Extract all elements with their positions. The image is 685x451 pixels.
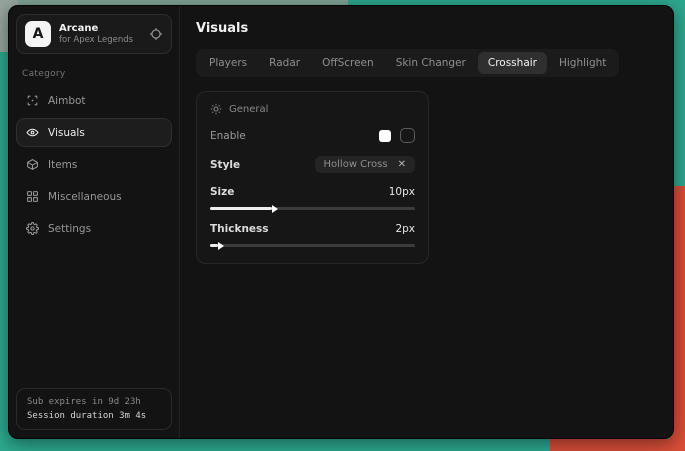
enable-checkbox[interactable]: [400, 128, 415, 143]
sidebar-item-label: Miscellaneous: [48, 191, 122, 203]
general-card-title: General: [229, 104, 268, 115]
app-name: Arcane: [59, 23, 133, 34]
general-card: General Enable Style Hollow Cross ✕: [196, 91, 429, 264]
size-value: 10px: [389, 186, 415, 198]
style-dropdown-value: Hollow Cross: [324, 159, 388, 170]
sidebar-item-aimbot[interactable]: Aimbot: [16, 86, 172, 115]
tab-offscreen[interactable]: OffScreen: [312, 52, 384, 74]
color-swatch[interactable]: [379, 130, 391, 142]
sidebar-item-label: Aimbot: [48, 95, 86, 107]
scan-icon: [26, 94, 39, 107]
app-logo: A: [25, 21, 51, 47]
subscription-info-card: Sub expires in 9d 23h Session duration 3…: [16, 388, 172, 430]
general-card-header: General: [210, 103, 415, 115]
session-duration-text: Session duration 3m 4s: [27, 411, 161, 421]
sun-icon: [210, 103, 222, 115]
enable-row: Enable: [210, 128, 415, 143]
size-label: Size: [210, 186, 234, 198]
thickness-row: Thickness 2px: [210, 223, 415, 235]
gear-icon: [26, 222, 39, 235]
thickness-slider[interactable]: [210, 244, 415, 247]
size-row: Size 10px: [210, 186, 415, 198]
category-label: Category: [22, 69, 166, 79]
sidebar-item-label: Items: [48, 159, 77, 171]
tab-highlight[interactable]: Highlight: [549, 52, 616, 74]
enable-controls: [379, 128, 415, 143]
tab-players[interactable]: Players: [199, 52, 257, 74]
clear-icon[interactable]: ✕: [398, 159, 406, 170]
sub-expires-text: Sub expires in 9d 23h: [27, 397, 161, 407]
background-red-bottom-strip: [550, 439, 685, 451]
sidebar-item-items[interactable]: Items: [16, 150, 172, 179]
sidebar-item-miscellaneous[interactable]: Miscellaneous: [16, 182, 172, 211]
app-meta: Arcane for Apex Legends: [59, 23, 133, 45]
enable-label: Enable: [210, 130, 246, 142]
app-subtitle: for Apex Legends: [59, 35, 133, 45]
thickness-slider-thumb[interactable]: [218, 242, 224, 250]
box-icon: [26, 158, 39, 171]
page-title: Visuals: [196, 21, 657, 36]
style-row: Style Hollow Cross ✕: [210, 156, 415, 173]
tab-skin-changer[interactable]: Skin Changer: [386, 52, 476, 74]
desktop: { "app": { "logo_letter": "A", "name": "…: [0, 0, 685, 451]
thickness-slider-fill: [210, 244, 218, 247]
sidebar-item-settings[interactable]: Settings: [16, 214, 172, 243]
sidebar: A Arcane for Apex Legends Category: [9, 6, 180, 438]
sidebar-item-label: Visuals: [48, 127, 85, 139]
size-slider-thumb[interactable]: [272, 205, 278, 213]
tab-bar: Players Radar OffScreen Skin Changer Cro…: [196, 49, 619, 77]
style-label: Style: [210, 159, 240, 171]
app-header-card: A Arcane for Apex Legends: [16, 14, 172, 54]
sidebar-item-visuals[interactable]: Visuals: [16, 118, 172, 147]
main-content: Visuals Players Radar OffScreen Skin Cha…: [180, 6, 673, 438]
grid-icon: [26, 190, 39, 203]
thickness-label: Thickness: [210, 223, 269, 235]
app-window: A Arcane for Apex Legends Category: [8, 5, 674, 439]
eye-icon: [26, 126, 39, 139]
sidebar-item-label: Settings: [48, 223, 91, 235]
tab-crosshair[interactable]: Crosshair: [478, 52, 547, 74]
size-slider-fill: [210, 207, 272, 210]
target-icon[interactable]: [149, 27, 163, 41]
tab-radar[interactable]: Radar: [259, 52, 310, 74]
thickness-value: 2px: [395, 223, 415, 235]
size-slider[interactable]: [210, 207, 415, 210]
style-dropdown[interactable]: Hollow Cross ✕: [315, 156, 415, 173]
